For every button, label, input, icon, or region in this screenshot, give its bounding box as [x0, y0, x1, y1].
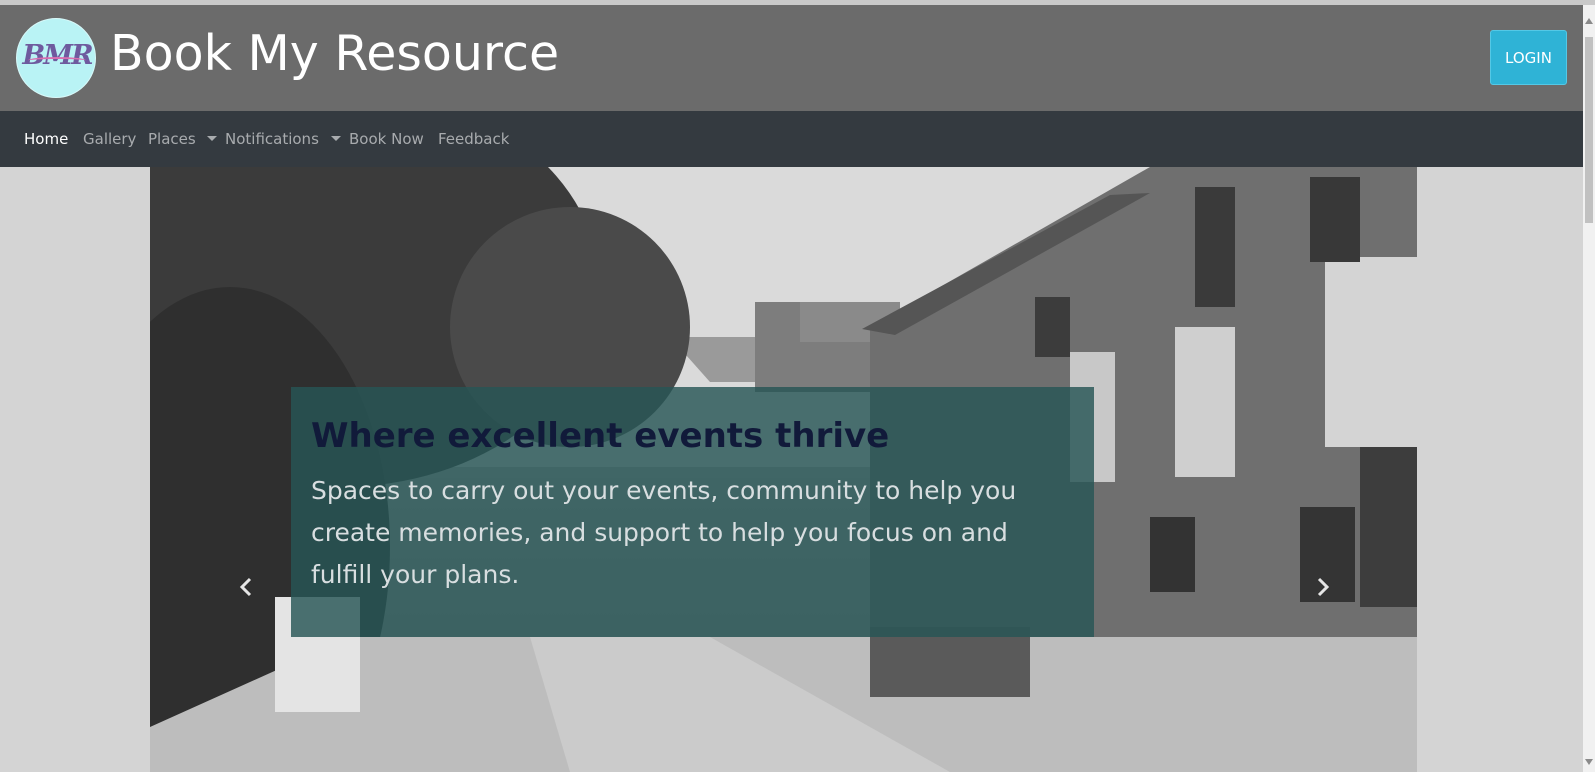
site-header: BMR Book My Resource LOGIN: [0, 5, 1583, 111]
nav-item-label: Places: [148, 130, 196, 148]
logo-text: BMR: [22, 40, 93, 71]
caption-title: Where excellent events thrive: [311, 416, 890, 456]
login-button[interactable]: LOGIN: [1490, 30, 1567, 85]
carousel-prev-button[interactable]: [226, 567, 266, 607]
caret-down-icon: [330, 136, 341, 141]
chevron-right-icon: [1317, 577, 1330, 597]
nav-item-label: Feedback: [438, 130, 510, 148]
caption-text: Spaces to carry out your events, communi…: [311, 476, 1017, 589]
scroll-down-icon[interactable]: [1585, 759, 1593, 765]
nav-item-book-now[interactable]: Book Now: [349, 130, 424, 148]
scroll-thumb[interactable]: [1585, 37, 1593, 223]
nav-item-places[interactable]: Places: [148, 130, 218, 148]
page-scrollbar[interactable]: [1583, 5, 1595, 772]
nav-item-label: Gallery: [83, 130, 137, 148]
site-title: Book My Resource: [110, 25, 560, 82]
nav-item-home[interactable]: Home: [24, 130, 68, 148]
nav-item-gallery[interactable]: Gallery: [83, 130, 136, 148]
hero-carousel: Where excellent events thrive Spaces to …: [150, 167, 1417, 772]
nav-item-label: Home: [24, 130, 69, 148]
main-navbar: Home Gallery Places Notifications Book N…: [0, 111, 1583, 167]
nav-item-notifications[interactable]: Notifications: [225, 130, 341, 148]
chevron-left-icon: [239, 577, 252, 597]
site-logo[interactable]: BMR: [16, 18, 96, 98]
caret-down-icon: [207, 136, 218, 141]
logo-swash: [28, 57, 86, 64]
carousel-next-button[interactable]: [1303, 567, 1343, 607]
nav-item-label: Notifications: [225, 130, 319, 148]
carousel-caption: Where excellent events thrive Spaces to …: [291, 387, 1094, 637]
nav-item-feedback[interactable]: Feedback: [438, 130, 509, 148]
nav-item-label: Book Now: [349, 130, 424, 148]
scroll-up-icon[interactable]: [1585, 18, 1593, 24]
